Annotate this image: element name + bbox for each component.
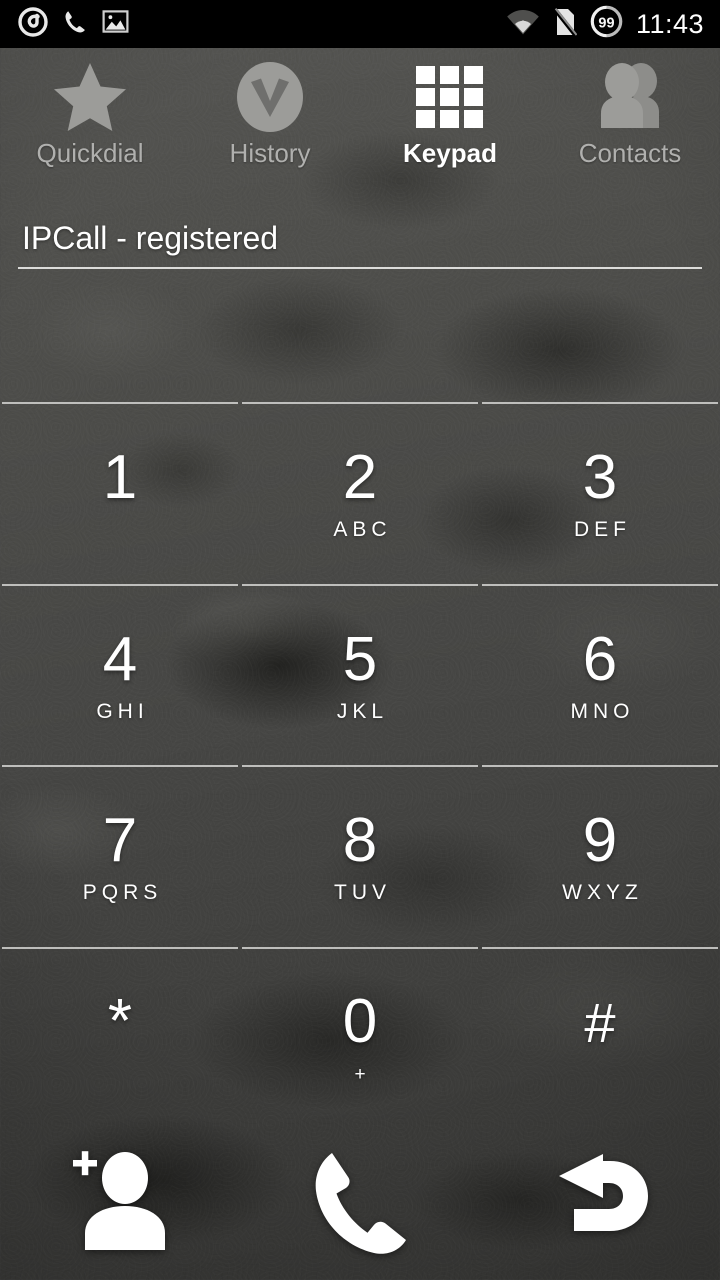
key-1[interactable]: 1 xyxy=(0,402,240,586)
tab-label-keypad: Keypad xyxy=(403,138,497,168)
wifi-icon xyxy=(506,8,540,41)
account-status-row[interactable]: IPCall - registered xyxy=(0,212,720,269)
battery-circle-icon: 99 xyxy=(590,5,623,43)
tab-label-history: History xyxy=(229,138,311,168)
key-4-digit: 4 xyxy=(102,624,138,694)
key-0-plus: + xyxy=(354,1063,366,1085)
key-6[interactable]: 6 MNO xyxy=(480,583,720,768)
key-9[interactable]: 9 WXYZ xyxy=(480,765,720,949)
tab-quickdial[interactable]: Quickdial xyxy=(0,48,180,208)
battery-level-text: 99 xyxy=(598,15,614,31)
key-2-digit: 2 xyxy=(342,443,378,513)
tab-label-quickdial: Quickdial xyxy=(36,138,144,168)
dialer-action-bar xyxy=(0,1130,720,1280)
key-7-letters: PQRS xyxy=(82,881,163,905)
dialer-tab-bar: Quickdial History Keypad Contacts xyxy=(0,48,720,208)
key-star-digit: * xyxy=(107,987,133,1057)
tab-label-contacts: Contacts xyxy=(578,138,682,168)
status-bar-notification-icons xyxy=(0,6,129,42)
backspace-arrow-icon xyxy=(546,1151,654,1260)
key-3-digit: 3 xyxy=(582,443,618,513)
key-9-digit: 9 xyxy=(582,806,618,876)
call-button[interactable] xyxy=(240,1149,480,1262)
key-4-letters: GHI xyxy=(96,699,149,723)
history-clock-icon xyxy=(233,60,307,134)
account-status-text: IPCall - registered xyxy=(22,220,279,256)
key-9-letters: WXYZ xyxy=(562,881,643,905)
key-8-letters: TUV xyxy=(334,881,391,905)
dial-input-underline xyxy=(18,267,702,269)
backspace-button[interactable] xyxy=(480,1151,720,1260)
key-2-letters: ABC xyxy=(333,518,392,542)
image-icon xyxy=(102,9,129,39)
key-6-letters: MNO xyxy=(570,699,635,723)
key-1-digit: 1 xyxy=(102,443,138,513)
app-swirl-icon xyxy=(18,6,48,42)
status-bar-system-icons: 99 11:43 xyxy=(506,5,720,43)
tab-keypad[interactable]: Keypad xyxy=(360,48,540,208)
status-bar: 99 11:43 xyxy=(0,0,720,48)
key-5[interactable]: 5 JKL xyxy=(240,583,480,768)
key-5-letters: JKL xyxy=(336,699,389,723)
star-icon xyxy=(51,60,129,134)
key-3[interactable]: 3 DEF xyxy=(480,402,720,586)
key-8[interactable]: 8 TUV xyxy=(240,765,480,949)
status-bar-clock: 11:43 xyxy=(635,8,704,39)
key-star[interactable]: * xyxy=(0,946,240,1131)
key-hash[interactable]: # xyxy=(480,946,720,1131)
key-3-letters: DEF xyxy=(574,518,631,542)
tab-history[interactable]: History xyxy=(180,48,360,208)
key-4[interactable]: 4 GHI xyxy=(0,583,240,768)
contacts-people-icon xyxy=(589,60,671,134)
key-hash-digit: # xyxy=(584,990,616,1054)
add-contact-button[interactable] xyxy=(0,1150,240,1261)
key-8-digit: 8 xyxy=(342,806,378,876)
key-5-digit: 5 xyxy=(342,624,378,694)
key-7[interactable]: 7 PQRS xyxy=(0,765,240,949)
key-6-digit: 6 xyxy=(582,624,618,694)
person-add-icon xyxy=(65,1150,175,1261)
phone-screen: 99 11:43 Quickdial History Keypad Contac… xyxy=(0,0,720,1280)
sim-disabled-icon xyxy=(553,7,578,42)
phone-call-icon xyxy=(62,8,88,41)
phone-handset-icon xyxy=(310,1149,410,1262)
key-7-digit: 7 xyxy=(102,806,138,876)
dial-keypad: 1 2 ABC 3 DEF 4 GHI 5 JKL 6 MNO 7 PQRS 8 xyxy=(0,402,720,1131)
key-0[interactable]: 0 + xyxy=(240,946,480,1131)
tab-contacts[interactable]: Contacts xyxy=(540,48,720,208)
key-0-digit: 0 xyxy=(342,986,378,1056)
key-2[interactable]: 2 ABC xyxy=(240,402,480,586)
keypad-grid-icon xyxy=(411,60,489,134)
